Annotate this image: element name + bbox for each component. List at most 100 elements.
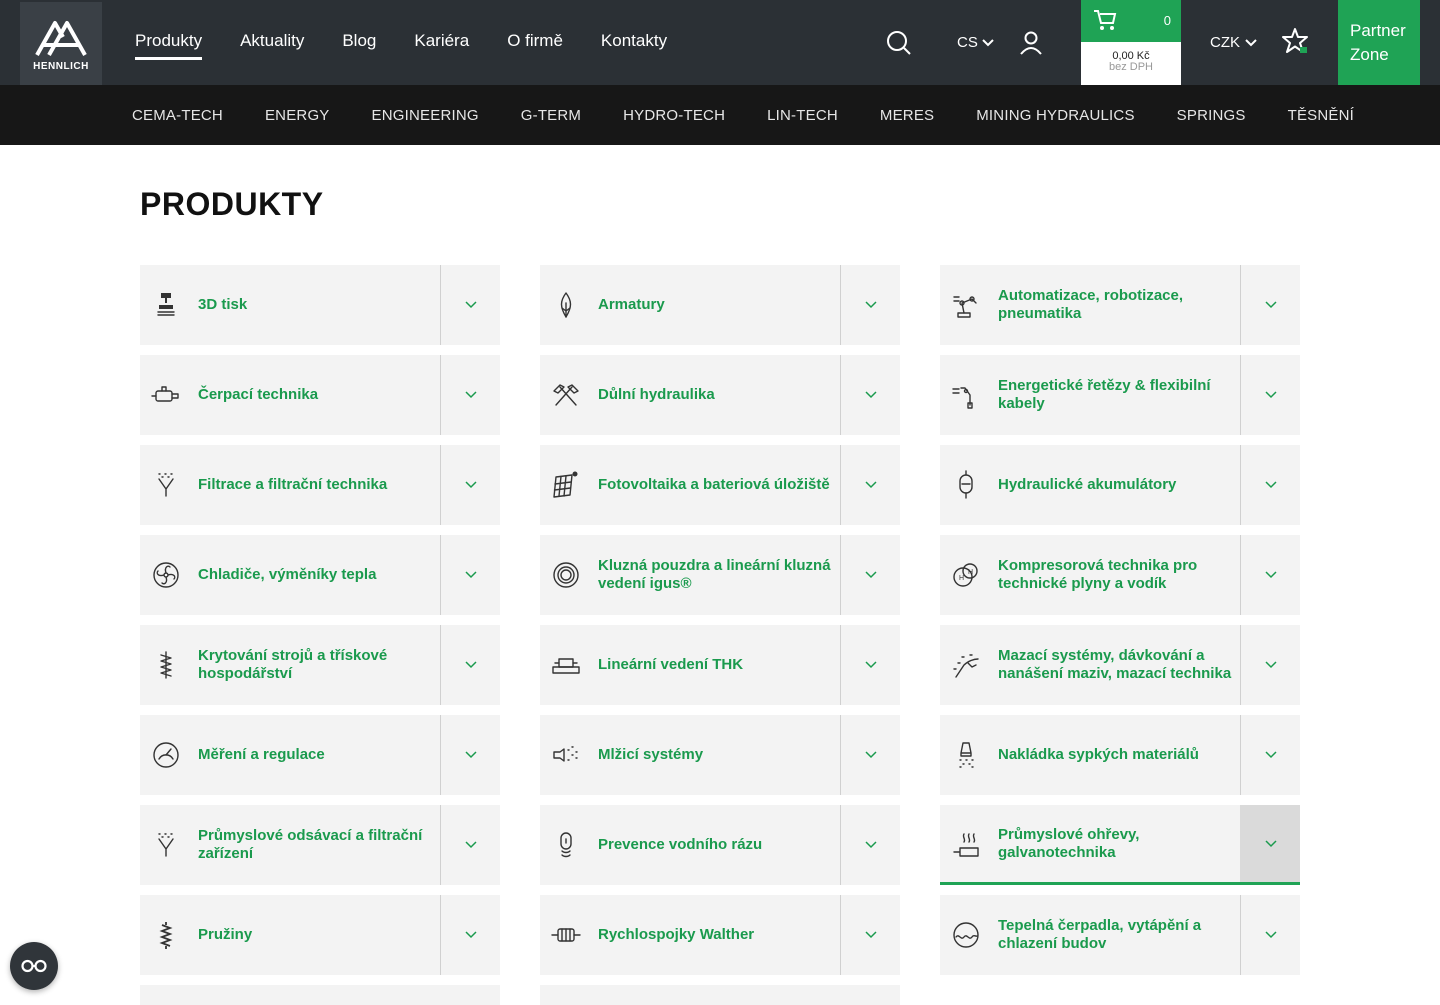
division-energy[interactable]: ENERGY (265, 107, 330, 124)
nav-blog[interactable]: Blog (342, 31, 376, 55)
main-nav: Produkty Aktuality Blog Kariéra O firmě … (135, 0, 705, 85)
nav-kontakty[interactable]: Kontakty (601, 31, 667, 55)
expand-toggle-button[interactable] (440, 265, 500, 345)
expand-toggle-button[interactable] (840, 715, 900, 795)
expand-toggle-button[interactable] (840, 895, 900, 975)
expand-toggle-button[interactable] (840, 625, 900, 705)
product-category-link[interactable]: Důlní hydraulika (540, 355, 840, 435)
product-category-link[interactable]: Průmyslové ohřevy, galvanotechnika (940, 805, 1240, 882)
product-category-card: Rychlospojky Walther (540, 895, 900, 975)
favorites-button[interactable] (1282, 27, 1310, 62)
expand-toggle-button[interactable] (1240, 625, 1300, 705)
logo[interactable]: HENNLICH (20, 2, 102, 85)
expand-toggle-button[interactable] (1240, 805, 1300, 882)
product-category-link[interactable]: Průmyslové odsávací a filtrační zařízení (140, 805, 440, 885)
product-category-link[interactable]: Kluzná pouzdra a lineární kluzná vedení … (540, 535, 840, 615)
expand-toggle-button[interactable] (840, 265, 900, 345)
product-category-link[interactable]: Filtrace a filtrační technika (140, 445, 440, 525)
filter-funnel-icon (150, 469, 182, 501)
pump-icon (150, 379, 182, 411)
product-category-label: Rychlospojky Walther (598, 926, 755, 943)
product-category-link[interactable]: Chladiče, výměníky tepla (140, 535, 440, 615)
accessibility-button[interactable] (10, 942, 58, 990)
hydrogen-icon: HH (950, 559, 982, 591)
product-category-link[interactable]: HH Kompresorová technika pro technické p… (940, 535, 1240, 615)
cart-top: 0 (1081, 0, 1181, 42)
expand-toggle-button[interactable] (1240, 535, 1300, 615)
product-category-card: Krytování strojů a třískové hospodářství (140, 625, 500, 705)
search-button[interactable] (886, 0, 912, 85)
division-tesneni[interactable]: TĚSNĚNÍ (1288, 107, 1354, 124)
expand-toggle-button[interactable] (440, 355, 500, 435)
chevron-down-icon (464, 481, 477, 489)
expand-toggle-button[interactable] (840, 445, 900, 525)
product-category-link[interactable]: Nakládka sypkých materiálů (940, 715, 1240, 795)
currency-selector[interactable]: CZK (1210, 0, 1257, 85)
product-category-label: Důlní hydraulika (598, 386, 715, 403)
product-category-label: Pružiny (198, 926, 253, 943)
division-meres[interactable]: MERES (880, 107, 934, 124)
product-category-link[interactable]: Armatury (540, 265, 840, 345)
product-category-link[interactable]: Rychlospojky Walther (540, 895, 840, 975)
heater-icon (950, 828, 982, 860)
expand-toggle-button[interactable] (440, 535, 500, 615)
nav-kariera[interactable]: Kariéra (414, 31, 469, 55)
expand-toggle-button[interactable] (840, 355, 900, 435)
nav-produkty[interactable]: Produkty (135, 31, 203, 60)
bushing-icon (550, 559, 582, 591)
product-category-link[interactable]: Krytování strojů a třískové hospodářství (140, 625, 440, 705)
expand-toggle-button[interactable] (440, 895, 500, 975)
expand-toggle-button[interactable] (440, 625, 500, 705)
division-lin-tech[interactable]: LIN-TECH (767, 107, 838, 124)
division-cema-tech[interactable]: CEMA-TECH (132, 107, 223, 124)
product-category-link[interactable]: Prevence vodního rázu (540, 805, 840, 885)
product-category-link[interactable]: Měření a regulace (140, 715, 440, 795)
expand-toggle-button[interactable] (1240, 715, 1300, 795)
nav-aktuality[interactable]: Aktuality (240, 31, 304, 55)
cart-widget[interactable]: 0 0,00 Kč bez DPH (1081, 0, 1181, 85)
product-category-link[interactable]: 3D tisk (140, 265, 440, 345)
product-category-link[interactable]: Energetické řetězy & flexibilní kabely (940, 355, 1240, 435)
expand-toggle-button[interactable] (440, 445, 500, 525)
product-category-link[interactable]: Automatizace, robotizace, pneumatika (940, 265, 1240, 345)
product-category-link[interactable]: Pružiny (140, 895, 440, 975)
expand-toggle-button[interactable] (440, 805, 500, 885)
product-category-label: Chladiče, výměníky tepla (198, 566, 377, 583)
expand-toggle-button[interactable] (1240, 445, 1300, 525)
product-category-link[interactable]: Čerpací technika (140, 355, 440, 435)
chevron-down-icon (864, 301, 877, 309)
language-selector[interactable]: CS (957, 0, 994, 85)
division-mining-hydraulics[interactable]: MINING HYDRAULICS (976, 107, 1134, 124)
partner-zone-button[interactable]: Partner Zone (1338, 0, 1420, 85)
expand-toggle-button[interactable] (1240, 355, 1300, 435)
product-category-card: Průmyslové odsávací a filtrační zařízení (140, 805, 500, 885)
cart-icon (1094, 10, 1117, 30)
product-category-link[interactable]: Fotovoltaika a bateriová úložiště (540, 445, 840, 525)
product-category-link[interactable]: Tepelná čerpadla, vytápění a chlazení bu… (940, 895, 1240, 975)
expand-toggle-button[interactable] (840, 805, 900, 885)
account-button[interactable] (1020, 0, 1042, 85)
product-category-label: Automatizace, robotizace, pneumatika (998, 287, 1184, 322)
mist-nozzle-icon (550, 739, 582, 771)
product-category-link[interactable]: Hydraulické akumulátory (940, 445, 1240, 525)
product-category-link[interactable]: Lineární vedení THK (540, 625, 840, 705)
product-category-link[interactable]: Mazací systémy, dávkování a nanášení maz… (940, 625, 1240, 705)
spring-icon (150, 919, 182, 951)
product-category-card: Měření a regulace (140, 715, 500, 795)
division-g-term[interactable]: G-TERM (521, 107, 581, 124)
expand-toggle-button[interactable] (1240, 895, 1300, 975)
partner-line2: Zone (1350, 45, 1389, 64)
expand-toggle-button[interactable] (1240, 265, 1300, 345)
product-grid: 3D tisk Armatury Automatizace, robotizac… (140, 265, 1300, 1005)
division-nav: CEMA-TECH ENERGY ENGINEERING G-TERM HYDR… (0, 85, 1440, 145)
expand-toggle-button[interactable] (840, 535, 900, 615)
division-engineering[interactable]: ENGINEERING (372, 107, 479, 124)
product-category-link[interactable]: Mlžicí systémy (540, 715, 840, 795)
product-category-label: Nakládka sypkých materiálů (998, 746, 1199, 763)
division-hydro-tech[interactable]: HYDRO-TECH (623, 107, 725, 124)
expand-toggle-button[interactable] (440, 715, 500, 795)
water-hammer-icon (550, 829, 582, 861)
heat-pump-icon (950, 919, 982, 951)
nav-o-firme[interactable]: O firmě (507, 31, 563, 55)
division-springs[interactable]: SPRINGS (1177, 107, 1246, 124)
